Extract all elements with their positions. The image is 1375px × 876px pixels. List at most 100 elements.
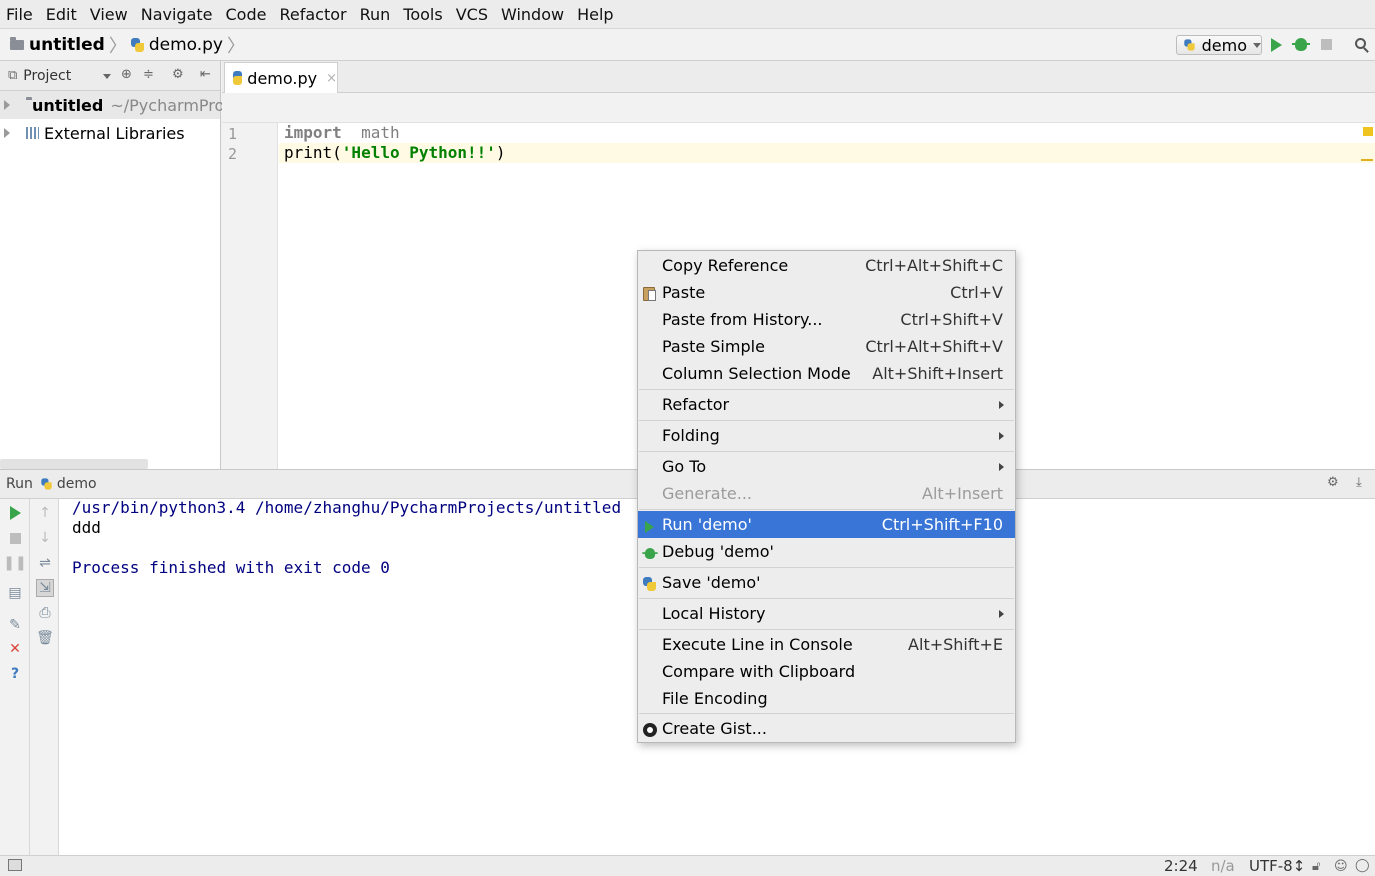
run-configuration-dropdown[interactable]: demo <box>1176 35 1262 55</box>
menu-item-label: Create Gist... <box>662 719 767 738</box>
breadcrumb-file[interactable]: demo.py <box>130 34 223 55</box>
menu-item-shortcut: Ctrl+Alt+Shift+V <box>865 337 1003 356</box>
menu-separator <box>639 420 1014 421</box>
project-panel: ⧉ Project ⊕ ≑ ⚙ ⇤ untitled ~/PycharmPro … <box>0 61 224 469</box>
menu-window[interactable]: Window <box>501 5 564 24</box>
menu-item-local-history[interactable]: Local History <box>638 600 1015 627</box>
status-bar: 2:24 n/a UTF-8↕ 🔓︎ ☺ ◯ <box>0 855 1375 876</box>
project-panel-header: ⧉ Project ⊕ ≑ ⚙ ⇤ <box>0 61 220 91</box>
menu-help[interactable]: Help <box>577 5 613 24</box>
hide-panel-icon[interactable]: ⤓ <box>1356 475 1362 490</box>
menu-code[interactable]: Code <box>226 5 267 24</box>
menu-tools[interactable]: Tools <box>403 5 442 24</box>
expand-arrow-icon[interactable] <box>4 100 10 110</box>
menu-item-create-gist[interactable]: Create Gist... <box>638 715 1015 742</box>
help-icon[interactable]: ? <box>7 666 23 682</box>
tab-demo-py[interactable]: demo.py × <box>224 62 338 93</box>
tree-item-external-libraries[interactable]: External Libraries <box>0 119 220 147</box>
menu-item-save-demo[interactable]: Save 'demo' <box>638 569 1015 596</box>
run-play-icon[interactable] <box>1271 38 1282 52</box>
lock-icon[interactable]: 🔓︎ <box>1312 859 1320 874</box>
collapse-icon[interactable]: ≑ <box>143 67 154 82</box>
menu-item-paste-from-history[interactable]: Paste from History... Ctrl+Shift+V <box>638 306 1015 333</box>
menu-refactor[interactable]: Refactor <box>279 5 346 24</box>
menu-item-label: Debug 'demo' <box>662 542 774 561</box>
menu-run[interactable]: Run <box>360 5 391 24</box>
menu-file[interactable]: File <box>6 5 33 24</box>
menu-view[interactable]: View <box>90 5 128 24</box>
menu-navigate[interactable]: Navigate <box>141 5 213 24</box>
warning-stripe[interactable] <box>1361 159 1373 161</box>
menu-item-shortcut: Ctrl+V <box>950 283 1003 302</box>
trash-icon[interactable]: 🗑 <box>36 630 54 646</box>
menu-item-go-to[interactable]: Go To <box>638 453 1015 480</box>
menu-item-shortcut: Alt+Shift+E <box>908 635 1003 654</box>
menu-item-compare-with-clipboard[interactable]: Compare with Clipboard <box>638 658 1015 685</box>
menu-item-label: Copy Reference <box>662 256 789 275</box>
menu-item-folding[interactable]: Folding <box>638 422 1015 449</box>
console-exit-line: Process finished with exit code 0 <box>72 558 390 577</box>
menu-vcs[interactable]: VCS <box>456 5 488 24</box>
code-line-1[interactable]: import math <box>284 123 400 142</box>
gear-icon[interactable]: ⚙ <box>172 67 184 82</box>
line-separator-status[interactable]: n/a <box>1211 857 1235 875</box>
restore-layout-icon[interactable]: ▤ <box>7 585 23 601</box>
menu-item-paste[interactable]: Paste Ctrl+V <box>638 279 1015 306</box>
menu-item-label: Folding <box>662 426 720 445</box>
close-icon[interactable]: × <box>326 71 337 86</box>
tool-windows-icon[interactable] <box>8 859 22 871</box>
clipboard-glyph <box>643 287 656 301</box>
close-icon[interactable]: ✕ <box>7 641 23 657</box>
tree-item-label: untitled <box>32 95 104 115</box>
menu-separator <box>639 629 1014 630</box>
breadcrumb-project-label: untitled <box>29 34 105 55</box>
chevron-down-icon[interactable] <box>103 74 111 79</box>
menu-separator <box>639 567 1014 568</box>
stop-button[interactable] <box>7 530 23 546</box>
debug-bug-icon[interactable] <box>1292 38 1310 51</box>
run-panel-title[interactable]: Run <box>6 476 33 492</box>
project-view-icon: ⧉ <box>8 68 18 83</box>
menu-item-generate: Generate... Alt+Insert <box>638 480 1015 507</box>
search-icon[interactable] <box>1355 38 1366 49</box>
menu-item-label: Run 'demo' <box>662 515 752 534</box>
menu-edit[interactable]: Edit <box>46 5 77 24</box>
run-toolbar-secondary: ↑ ↓ ⇌ ⇲ ⎙ 🗑 <box>30 499 59 855</box>
menu-item-refactor[interactable]: Refactor <box>638 391 1015 418</box>
rerun-button[interactable] <box>7 505 23 521</box>
stop-icon[interactable] <box>1321 39 1332 50</box>
menu-item-debug-demo[interactable]: Debug 'demo' <box>638 538 1015 565</box>
menu-item-copy-reference[interactable]: Copy Reference Ctrl+Alt+Shift+C <box>638 252 1015 279</box>
gear-icon[interactable]: ⚙ <box>1327 475 1339 490</box>
caret-position[interactable]: 2:24 <box>1164 857 1198 875</box>
print-icon[interactable]: ⎙ <box>37 605 53 621</box>
event-log-icon[interactable]: ◯ <box>1355 858 1370 873</box>
menu-item-paste-simple[interactable]: Paste Simple Ctrl+Alt+Shift+V <box>638 333 1015 360</box>
menu-item-run-demo[interactable]: Run 'demo' Ctrl+Shift+F10 <box>638 511 1015 538</box>
menu-item-execute-line-in-console[interactable]: Execute Line in Console Alt+Shift+E <box>638 631 1015 658</box>
hide-panel-icon[interactable]: ⇤ <box>200 67 211 82</box>
project-panel-title[interactable]: Project <box>23 68 71 84</box>
pause-icon[interactable]: ❚❚ <box>3 555 26 571</box>
arrow-up-icon[interactable]: ↑ <box>37 505 53 521</box>
expand-arrow-icon[interactable] <box>4 128 10 138</box>
pin-icon[interactable]: ✎ <box>7 617 23 633</box>
locate-icon[interactable]: ⊕ <box>121 67 132 82</box>
code-keyword: import <box>284 123 342 142</box>
arrow-down-icon[interactable]: ↓ <box>37 530 53 546</box>
menu-item-file-encoding[interactable]: File Encoding <box>638 685 1015 712</box>
menu-bar: File Edit View Navigate Code Refactor Ru… <box>0 0 1375 29</box>
warning-marker-icon[interactable] <box>1363 127 1373 136</box>
run-panel-config[interactable]: demo <box>57 476 97 492</box>
scroll-to-end-icon[interactable]: ⇲ <box>36 579 54 597</box>
breadcrumb-file-label: demo.py <box>148 34 223 55</box>
horizontal-scrollbar[interactable] <box>0 459 148 469</box>
debug-bug-icon <box>642 545 658 560</box>
inspector-icon[interactable]: ☺ <box>1334 859 1348 874</box>
menu-item-column-selection-mode[interactable]: Column Selection Mode Alt+Shift+Insert <box>638 360 1015 387</box>
breadcrumb-project[interactable]: untitled <box>10 35 105 55</box>
file-encoding-status[interactable]: UTF-8↕ <box>1249 857 1305 875</box>
soft-wrap-icon[interactable]: ⇌ <box>37 555 53 571</box>
tree-item-project[interactable]: untitled ~/PycharmPro <box>0 91 224 119</box>
code-line-2[interactable]: print('Hello Python!!') <box>284 143 506 162</box>
